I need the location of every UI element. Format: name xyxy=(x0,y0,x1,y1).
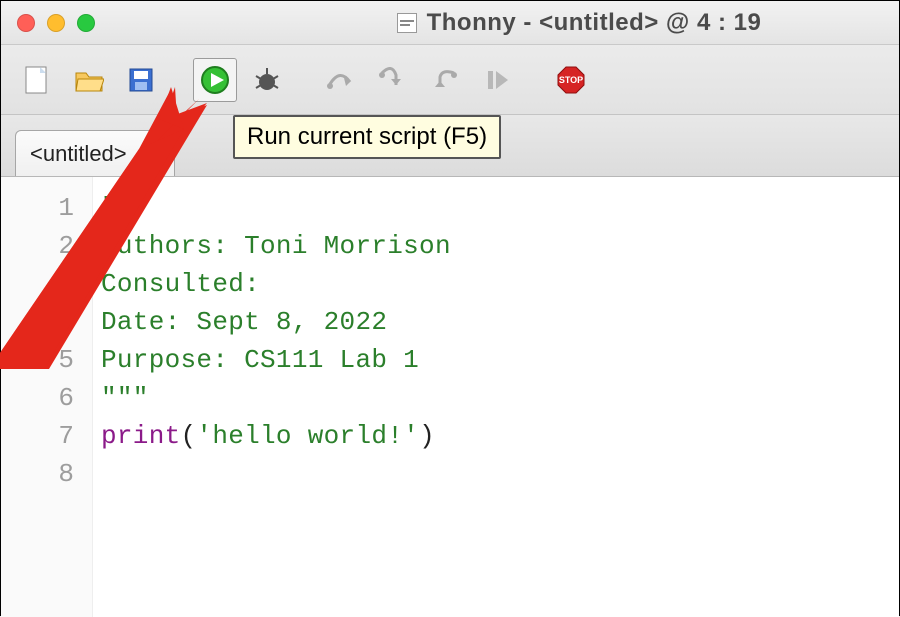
editor-tab[interactable]: <untitled> × xyxy=(15,130,175,176)
line-number: 8 xyxy=(1,455,92,493)
step-out-button[interactable] xyxy=(423,58,467,102)
line-number: 5 xyxy=(1,341,92,379)
code-editor[interactable]: 12345678 """Authors: Toni MorrisonConsul… xyxy=(1,177,899,617)
window-title: Thonny - <untitled> @ 4 : 19 xyxy=(427,9,762,37)
save-file-button[interactable] xyxy=(119,58,163,102)
code-line: Date: Sept 8, 2022 xyxy=(101,303,891,341)
window-controls xyxy=(17,14,95,32)
open-file-button[interactable] xyxy=(67,58,111,102)
run-button-tooltip: Run current script (F5) xyxy=(233,115,501,159)
code-line: """ xyxy=(101,189,891,227)
minimize-window-button[interactable] xyxy=(47,14,65,32)
close-window-button[interactable] xyxy=(17,14,35,32)
code-line: Consulted: xyxy=(101,265,891,303)
app-icon xyxy=(397,13,417,33)
close-tab-icon[interactable]: × xyxy=(141,142,161,165)
run-button[interactable] xyxy=(193,58,237,102)
line-number: 7 xyxy=(1,417,92,455)
new-file-button[interactable] xyxy=(15,58,59,102)
line-number: 2 xyxy=(1,227,92,265)
resume-button[interactable] xyxy=(475,58,519,102)
toolbar: STOP xyxy=(1,45,899,115)
zoom-window-button[interactable] xyxy=(77,14,95,32)
step-over-button[interactable] xyxy=(319,58,363,102)
stop-button[interactable]: STOP xyxy=(549,58,593,102)
titlebar: Thonny - <untitled> @ 4 : 19 xyxy=(1,1,899,45)
step-into-button[interactable] xyxy=(371,58,415,102)
code-line: Authors: Toni Morrison xyxy=(101,227,891,265)
code-area[interactable]: """Authors: Toni MorrisonConsulted:Date:… xyxy=(93,177,899,617)
debug-button[interactable] xyxy=(245,58,289,102)
line-number-gutter: 12345678 xyxy=(1,177,93,617)
code-line: """ xyxy=(101,379,891,417)
line-number: 3 xyxy=(1,265,92,303)
line-number: 4 xyxy=(1,303,92,341)
code-line: print('hello world!') xyxy=(101,417,891,455)
code-line: Purpose: CS111 Lab 1 xyxy=(101,341,891,379)
line-number: 6 xyxy=(1,379,92,417)
line-number: 1 xyxy=(1,189,92,227)
svg-text:STOP: STOP xyxy=(559,75,583,85)
tab-label: <untitled> xyxy=(30,141,127,167)
